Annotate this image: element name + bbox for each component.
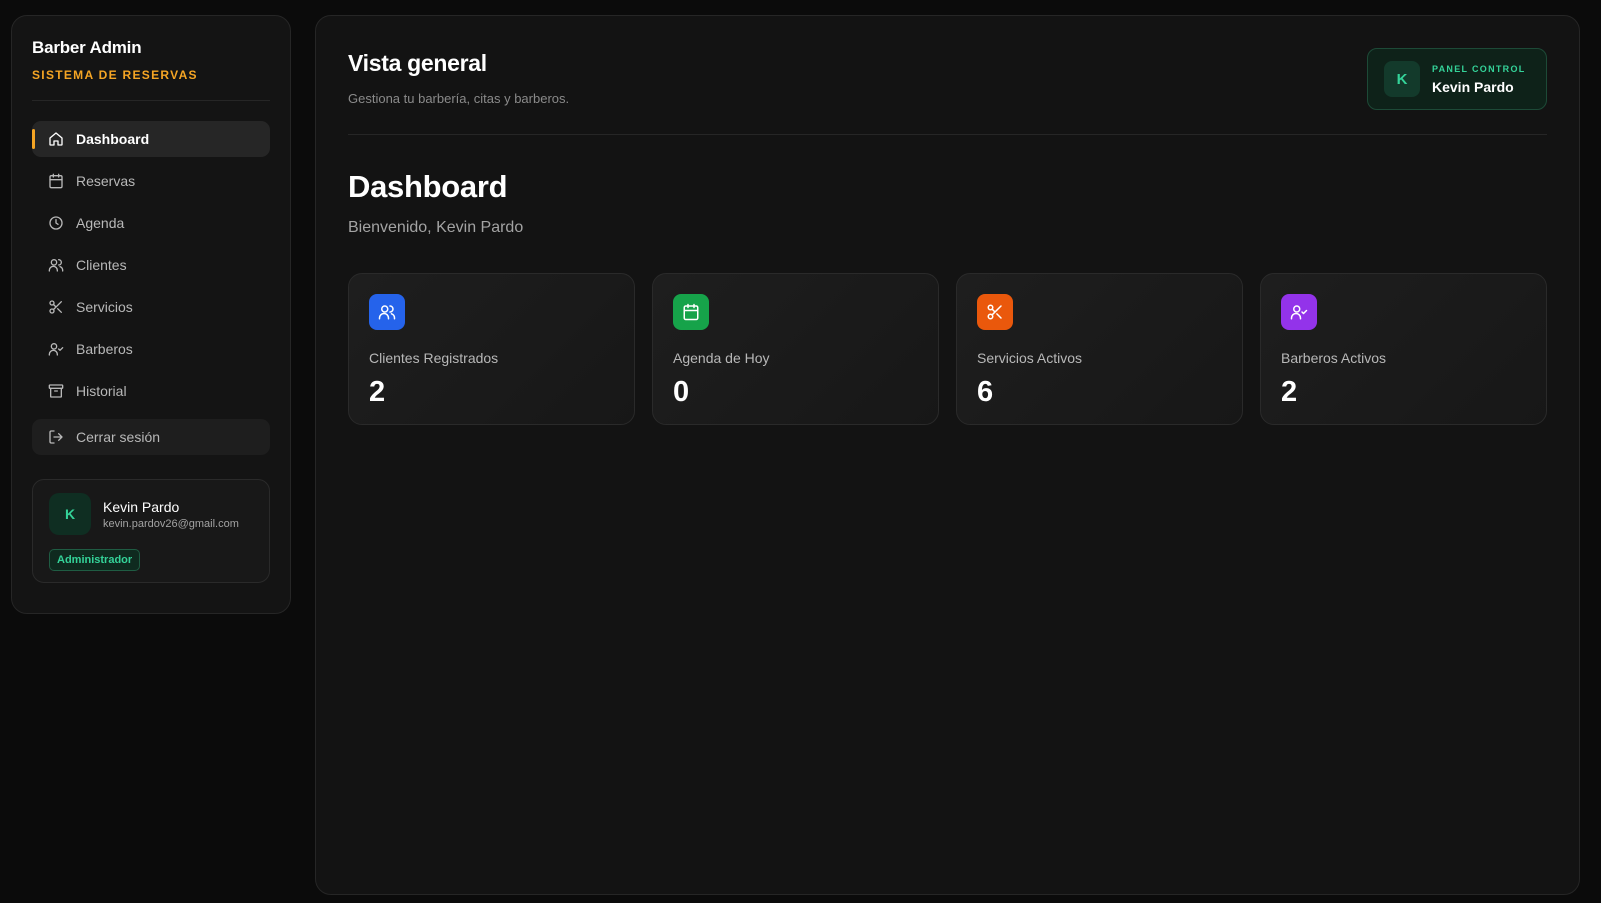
stats-grid: Clientes Registrados 2 Agenda de Hoy 0 S… bbox=[348, 273, 1547, 425]
sidebar-item-label: Servicios bbox=[76, 299, 133, 315]
users-icon bbox=[378, 305, 396, 320]
stat-value: 0 bbox=[673, 376, 690, 408]
sidebar: Barber Admin SISTEMA DE RESERVAS Dashboa… bbox=[11, 15, 291, 614]
role-badge: Administrador bbox=[49, 549, 141, 571]
archive-icon bbox=[48, 384, 64, 398]
stat-icon bbox=[977, 294, 1013, 330]
stat-label: Clientes Registrados bbox=[369, 350, 499, 366]
stat-label: Servicios Activos bbox=[977, 350, 1083, 366]
sidebar-item-historial[interactable]: Historial bbox=[32, 373, 270, 409]
users-icon bbox=[48, 259, 64, 272]
panel-badge-text: PANEL CONTROL Kevin Pardo bbox=[1432, 64, 1526, 95]
user-card: K Kevin Pardo kevin.pardov26@gmail.com A… bbox=[32, 479, 270, 583]
user-info: Kevin Pardo kevin.pardov26@gmail.com bbox=[103, 499, 239, 530]
sidebar-item-servicios[interactable]: Servicios bbox=[32, 289, 270, 325]
sidebar-nav: Dashboard Reservas Agenda Clientes Servi… bbox=[32, 121, 270, 409]
stat-value: 2 bbox=[1281, 376, 1298, 408]
stat-icon bbox=[1281, 294, 1317, 330]
sidebar-item-agenda[interactable]: Agenda bbox=[32, 205, 270, 241]
stat-label: Barberos Activos bbox=[1281, 350, 1387, 366]
user-email: kevin.pardov26@gmail.com bbox=[103, 517, 239, 530]
sidebar-item-barberos[interactable]: Barberos bbox=[32, 331, 270, 367]
header-text: Vista general Gestiona tu barbería, cita… bbox=[348, 50, 569, 106]
scissors-icon bbox=[49, 300, 62, 314]
main-panel: Vista general Gestiona tu barbería, cita… bbox=[315, 15, 1580, 895]
stat-value: 2 bbox=[369, 376, 386, 408]
panel-label: PANEL CONTROL bbox=[1432, 63, 1526, 74]
logout-label: Cerrar sesión bbox=[76, 429, 161, 445]
stat-icon bbox=[673, 294, 709, 330]
stat-card-clientes: Clientes Registrados 2 bbox=[348, 273, 635, 425]
user-check-icon bbox=[1290, 305, 1308, 320]
page-title: Dashboard bbox=[348, 169, 508, 204]
calendar-icon bbox=[49, 173, 63, 189]
logout-button[interactable]: Cerrar sesión bbox=[32, 419, 270, 455]
header-title: Vista general bbox=[348, 50, 487, 76]
avatar: K bbox=[1384, 61, 1420, 97]
sidebar-item-label: Barberos bbox=[76, 341, 133, 357]
panel-user-name: Kevin Pardo bbox=[1432, 78, 1514, 95]
sidebar-item-label: Reservas bbox=[76, 173, 136, 189]
user-name: Kevin Pardo bbox=[103, 498, 180, 515]
user-row: K Kevin Pardo kevin.pardov26@gmail.com bbox=[49, 493, 253, 535]
calendar-icon bbox=[683, 303, 699, 321]
sidebar-item-label: Agenda bbox=[76, 215, 125, 231]
sidebar-item-reservas[interactable]: Reservas bbox=[32, 163, 270, 199]
page-header: Vista general Gestiona tu barbería, cita… bbox=[348, 48, 1547, 110]
welcome-text: Bienvenido, Kevin Pardo bbox=[348, 219, 524, 236]
stat-label: Agenda de Hoy bbox=[673, 350, 770, 366]
stat-card-servicios: Servicios Activos 6 bbox=[956, 273, 1243, 425]
sidebar-divider bbox=[32, 100, 270, 101]
user-check-icon bbox=[48, 343, 64, 356]
sidebar-item-label: Clientes bbox=[76, 257, 127, 273]
scissors-icon bbox=[987, 304, 1002, 320]
panel-control-badge: K PANEL CONTROL Kevin Pardo bbox=[1367, 48, 1547, 110]
stat-value: 6 bbox=[977, 376, 994, 408]
stat-card-agenda: Agenda de Hoy 0 bbox=[652, 273, 939, 425]
brand-title: Barber Admin bbox=[32, 38, 142, 57]
home-icon bbox=[49, 132, 63, 146]
app-root: Barber Admin SISTEMA DE RESERVAS Dashboa… bbox=[0, 0, 1601, 903]
sidebar-item-label: Historial bbox=[76, 383, 127, 399]
stat-card-barberos: Barberos Activos 2 bbox=[1260, 273, 1547, 425]
sidebar-item-label: Dashboard bbox=[76, 131, 150, 147]
logout-icon bbox=[49, 430, 63, 444]
stat-icon bbox=[369, 294, 405, 330]
header-divider bbox=[348, 134, 1547, 135]
brand-subtitle: SISTEMA DE RESERVAS bbox=[32, 68, 198, 82]
header-subtitle: Gestiona tu barbería, citas y barberos. bbox=[348, 91, 570, 106]
clock-icon bbox=[49, 216, 63, 230]
avatar: K bbox=[49, 493, 91, 535]
sidebar-item-clientes[interactable]: Clientes bbox=[32, 247, 270, 283]
sidebar-item-dashboard[interactable]: Dashboard bbox=[32, 121, 270, 157]
